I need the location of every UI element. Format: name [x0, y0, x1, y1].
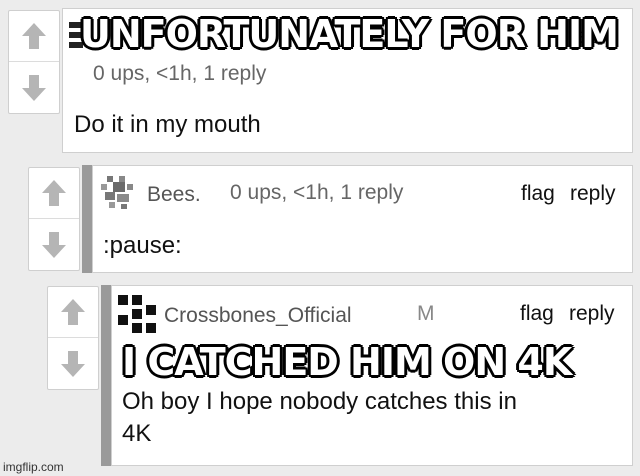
- thread-bar: [101, 285, 111, 466]
- comment-2: Bees. 0 ups, <1h, 1 reply flag reply :pa…: [92, 165, 633, 273]
- comment-username[interactable]: Bees.: [147, 183, 201, 207]
- comment-body: Do it in my mouth: [74, 111, 261, 138]
- upvote-button-1[interactable]: [9, 11, 59, 62]
- avatar: [99, 172, 139, 212]
- mod-badge: M: [417, 302, 435, 325]
- upvote-button-2[interactable]: [29, 168, 79, 219]
- comment-body: Oh boy I hope nobody catches this in 4K: [122, 386, 622, 450]
- downvote-button-3[interactable]: [48, 338, 98, 389]
- flag-link[interactable]: flag: [520, 302, 554, 326]
- flag-link[interactable]: flag: [521, 182, 555, 206]
- arrow-down-icon: [61, 350, 85, 377]
- comment-meta: 0 ups, <1h, 1 reply: [230, 181, 404, 204]
- meme-caption-bottom: I CATCHED HIM ON 4K: [122, 340, 572, 384]
- vote-box-2: [28, 167, 80, 271]
- meme-caption-top: UNFORTUNATELY FOR HIM: [80, 12, 619, 56]
- thread-bar: [82, 165, 92, 273]
- comment-body: :pause:: [103, 232, 182, 259]
- vote-box-1: [8, 10, 60, 114]
- comment-body-line: 4K: [122, 420, 152, 447]
- arrow-down-icon: [22, 74, 46, 101]
- watermark: imgflip.com: [3, 460, 64, 474]
- downvote-button-1[interactable]: [9, 62, 59, 113]
- downvote-button-2[interactable]: [29, 219, 79, 270]
- comment-username[interactable]: Crossbones_Official: [164, 304, 352, 328]
- comment-body-line: Oh boy I hope nobody catches this in: [122, 388, 517, 415]
- avatar: [118, 295, 158, 335]
- arrow-down-icon: [42, 231, 66, 258]
- reply-link[interactable]: reply: [570, 182, 616, 206]
- arrow-up-icon: [22, 23, 46, 49]
- comment-meta: 0 ups, <1h, 1 reply: [93, 62, 267, 85]
- arrow-up-icon: [42, 180, 66, 206]
- upvote-button-3[interactable]: [48, 287, 98, 338]
- reply-link[interactable]: reply: [569, 302, 615, 326]
- vote-box-3: [47, 286, 99, 390]
- arrow-up-icon: [61, 299, 85, 325]
